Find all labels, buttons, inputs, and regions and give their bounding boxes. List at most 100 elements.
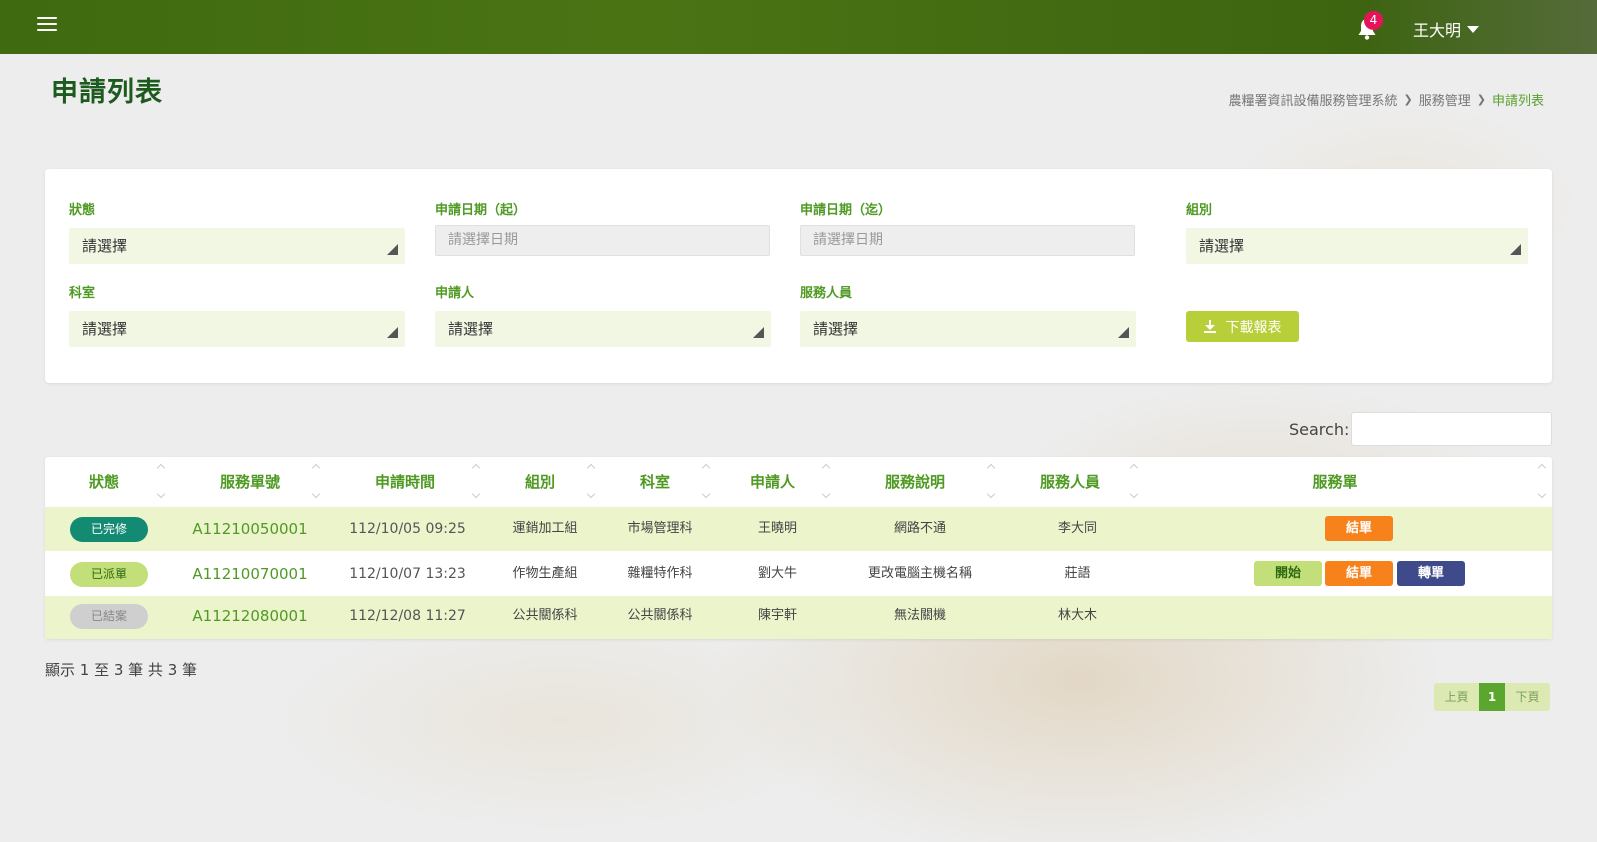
applicant-filter-select[interactable]: 請選擇 — [435, 311, 771, 347]
top-navbar: 4 王大明 — [0, 0, 1597, 54]
section-cell: 市場管理科 — [627, 521, 693, 536]
breadcrumb-item-system[interactable]: 農糧署資訊設備服務管理系統 — [1229, 90, 1398, 109]
column-header-ticket[interactable]: 服務單號 — [180, 457, 320, 507]
start-ticket-button[interactable]: 開始 — [1254, 561, 1322, 586]
group-cell: 作物生產組 — [512, 566, 578, 581]
filter-panel: 狀態 請選擇 申請日期（起） 請選擇日期 申請日期（迄） 請選擇日期 組別 請選… — [45, 169, 1552, 383]
staff-filter-value: 請選擇 — [813, 320, 859, 338]
pagination-next-button[interactable]: 下頁 — [1505, 683, 1550, 711]
status-filter-select[interactable]: 請選擇 — [69, 228, 405, 264]
user-menu[interactable]: 王大明 — [1413, 17, 1480, 41]
column-header-description[interactable]: 服務說明 — [845, 457, 985, 507]
breadcrumb-item-service[interactable]: 服務管理 — [1419, 90, 1471, 109]
column-header-status[interactable]: 狀態 — [65, 457, 143, 507]
requests-table: 狀態 服務單號 申請時間 組別 科室 申請人 服務說明 服務人員 服務單 已完修… — [45, 457, 1552, 639]
status-badge: 已完修 — [70, 517, 148, 542]
section-cell: 公共關係科 — [627, 608, 693, 623]
applicant-cell: 王曉明 — [757, 521, 797, 536]
dropdown-triangle-icon — [753, 327, 764, 338]
request-time: 112/12/08 11:27 — [349, 608, 466, 624]
sort-icon[interactable] — [1539, 461, 1547, 501]
status-filter-label: 狀態 — [69, 203, 96, 218]
sort-icon[interactable] — [823, 461, 831, 501]
group-cell: 公共關係科 — [512, 608, 578, 623]
staff-filter-label: 服務人員 — [800, 286, 853, 301]
table-row: 已派單 A11210070001 112/10/07 13:23 作物生產組 雜… — [45, 552, 1552, 596]
close-ticket-button[interactable]: 結單 — [1325, 516, 1393, 541]
applicant-cell: 陳宇軒 — [757, 608, 797, 623]
description-cell: 無法關機 — [893, 608, 946, 623]
status-badge: 已結案 — [70, 604, 148, 629]
group-filter-value: 請選擇 — [1199, 237, 1245, 255]
table-row: 已結案 A11212080001 112/12/08 11:27 公共關係科 公… — [45, 596, 1552, 639]
sort-icon[interactable] — [473, 461, 481, 501]
column-header-group[interactable]: 組別 — [495, 457, 585, 507]
chevron-right-icon: ❯ — [1403, 93, 1413, 106]
search-label: Search: — [1289, 420, 1350, 439]
ticket-number-link[interactable]: A11212080001 — [180, 596, 320, 639]
dropdown-triangle-icon — [387, 244, 398, 255]
download-report-button[interactable]: 下載報表 — [1186, 311, 1299, 342]
notification-count-badge: 4 — [1364, 11, 1383, 30]
ticket-number-link[interactable]: A11210070001 — [180, 552, 320, 596]
hamburger-menu-icon[interactable] — [37, 17, 57, 33]
close-ticket-button[interactable]: 結單 — [1325, 561, 1393, 586]
group-filter-select[interactable]: 請選擇 — [1186, 228, 1528, 264]
sort-icon[interactable] — [588, 461, 596, 501]
main-content: 申請列表 農糧署資訊設備服務管理系統 ❯ 服務管理 ❯ 申請列表 狀態 請選擇 … — [0, 54, 1597, 842]
request-time: 112/10/07 13:23 — [349, 566, 466, 582]
applicant-cell: 劉大牛 — [757, 566, 797, 581]
table-row: 已完修 A11210050001 112/10/05 09:25 運銷加工組 市… — [45, 507, 1552, 551]
staff-filter-select[interactable]: 請選擇 — [800, 311, 1136, 347]
caret-down-icon — [1467, 25, 1480, 33]
chevron-right-icon: ❯ — [1476, 93, 1486, 106]
dropdown-triangle-icon — [387, 327, 398, 338]
applicant-filter-label: 申請人 — [435, 286, 475, 301]
dropdown-triangle-icon — [1118, 327, 1129, 338]
table-header: 狀態 服務單號 申請時間 組別 科室 申請人 服務說明 服務人員 服務單 — [45, 457, 1552, 507]
breadcrumb: 農糧署資訊設備服務管理系統 ❯ 服務管理 ❯ 申請列表 — [1229, 90, 1544, 109]
section-cell: 雜糧特作科 — [627, 566, 693, 581]
user-name: 王大明 — [1413, 21, 1462, 40]
pagination-page-1[interactable]: 1 — [1479, 683, 1505, 711]
download-report-label: 下載報表 — [1225, 319, 1282, 336]
column-header-staff[interactable]: 服務人員 — [1010, 457, 1130, 507]
sort-icon[interactable] — [158, 461, 166, 501]
applicant-filter-value: 請選擇 — [448, 320, 494, 338]
section-filter-label: 科室 — [69, 286, 96, 301]
group-cell: 運銷加工組 — [512, 521, 578, 536]
date-to-label: 申請日期（迄） — [800, 203, 892, 218]
description-cell: 更改電腦主機名稱 — [867, 566, 972, 581]
section-filter-select[interactable]: 請選擇 — [69, 311, 405, 347]
sort-icon[interactable] — [313, 461, 321, 501]
sort-icon[interactable] — [1131, 461, 1139, 501]
request-time: 112/10/05 09:25 — [349, 521, 466, 537]
transfer-ticket-button[interactable]: 轉單 — [1397, 561, 1465, 586]
pagination: 上頁 1 下頁 — [1434, 683, 1550, 711]
ticket-number-link[interactable]: A11210050001 — [180, 507, 320, 551]
page-title: 申請列表 — [51, 77, 163, 108]
description-cell: 網路不通 — [893, 521, 946, 536]
date-from-input[interactable]: 請選擇日期 — [435, 225, 770, 256]
breadcrumb-item-current: 申請列表 — [1491, 94, 1544, 109]
column-header-actions[interactable]: 服務單 — [1155, 457, 1515, 507]
column-header-time[interactable]: 申請時間 — [335, 457, 475, 507]
status-filter-value: 請選擇 — [82, 237, 128, 255]
date-from-label: 申請日期（起） — [435, 203, 527, 218]
column-header-section[interactable]: 科室 — [610, 457, 700, 507]
search-input[interactable] — [1351, 412, 1552, 446]
staff-cell: 李大同 — [1057, 521, 1097, 536]
sort-icon[interactable] — [703, 461, 711, 501]
status-badge: 已派單 — [70, 562, 148, 587]
staff-cell: 莊語 — [1064, 566, 1091, 581]
download-icon — [1203, 320, 1216, 333]
pagination-prev-button[interactable]: 上頁 — [1434, 683, 1479, 711]
date-to-input[interactable]: 請選擇日期 — [800, 225, 1135, 256]
section-filter-value: 請選擇 — [82, 320, 128, 338]
staff-cell: 林大木 — [1057, 608, 1097, 623]
table-info: 顯示 1 至 3 筆 共 3 筆 — [45, 661, 198, 679]
group-filter-label: 組別 — [1186, 203, 1213, 218]
sort-icon[interactable] — [988, 461, 996, 501]
dropdown-triangle-icon — [1510, 244, 1521, 255]
column-header-applicant[interactable]: 申請人 — [725, 457, 820, 507]
